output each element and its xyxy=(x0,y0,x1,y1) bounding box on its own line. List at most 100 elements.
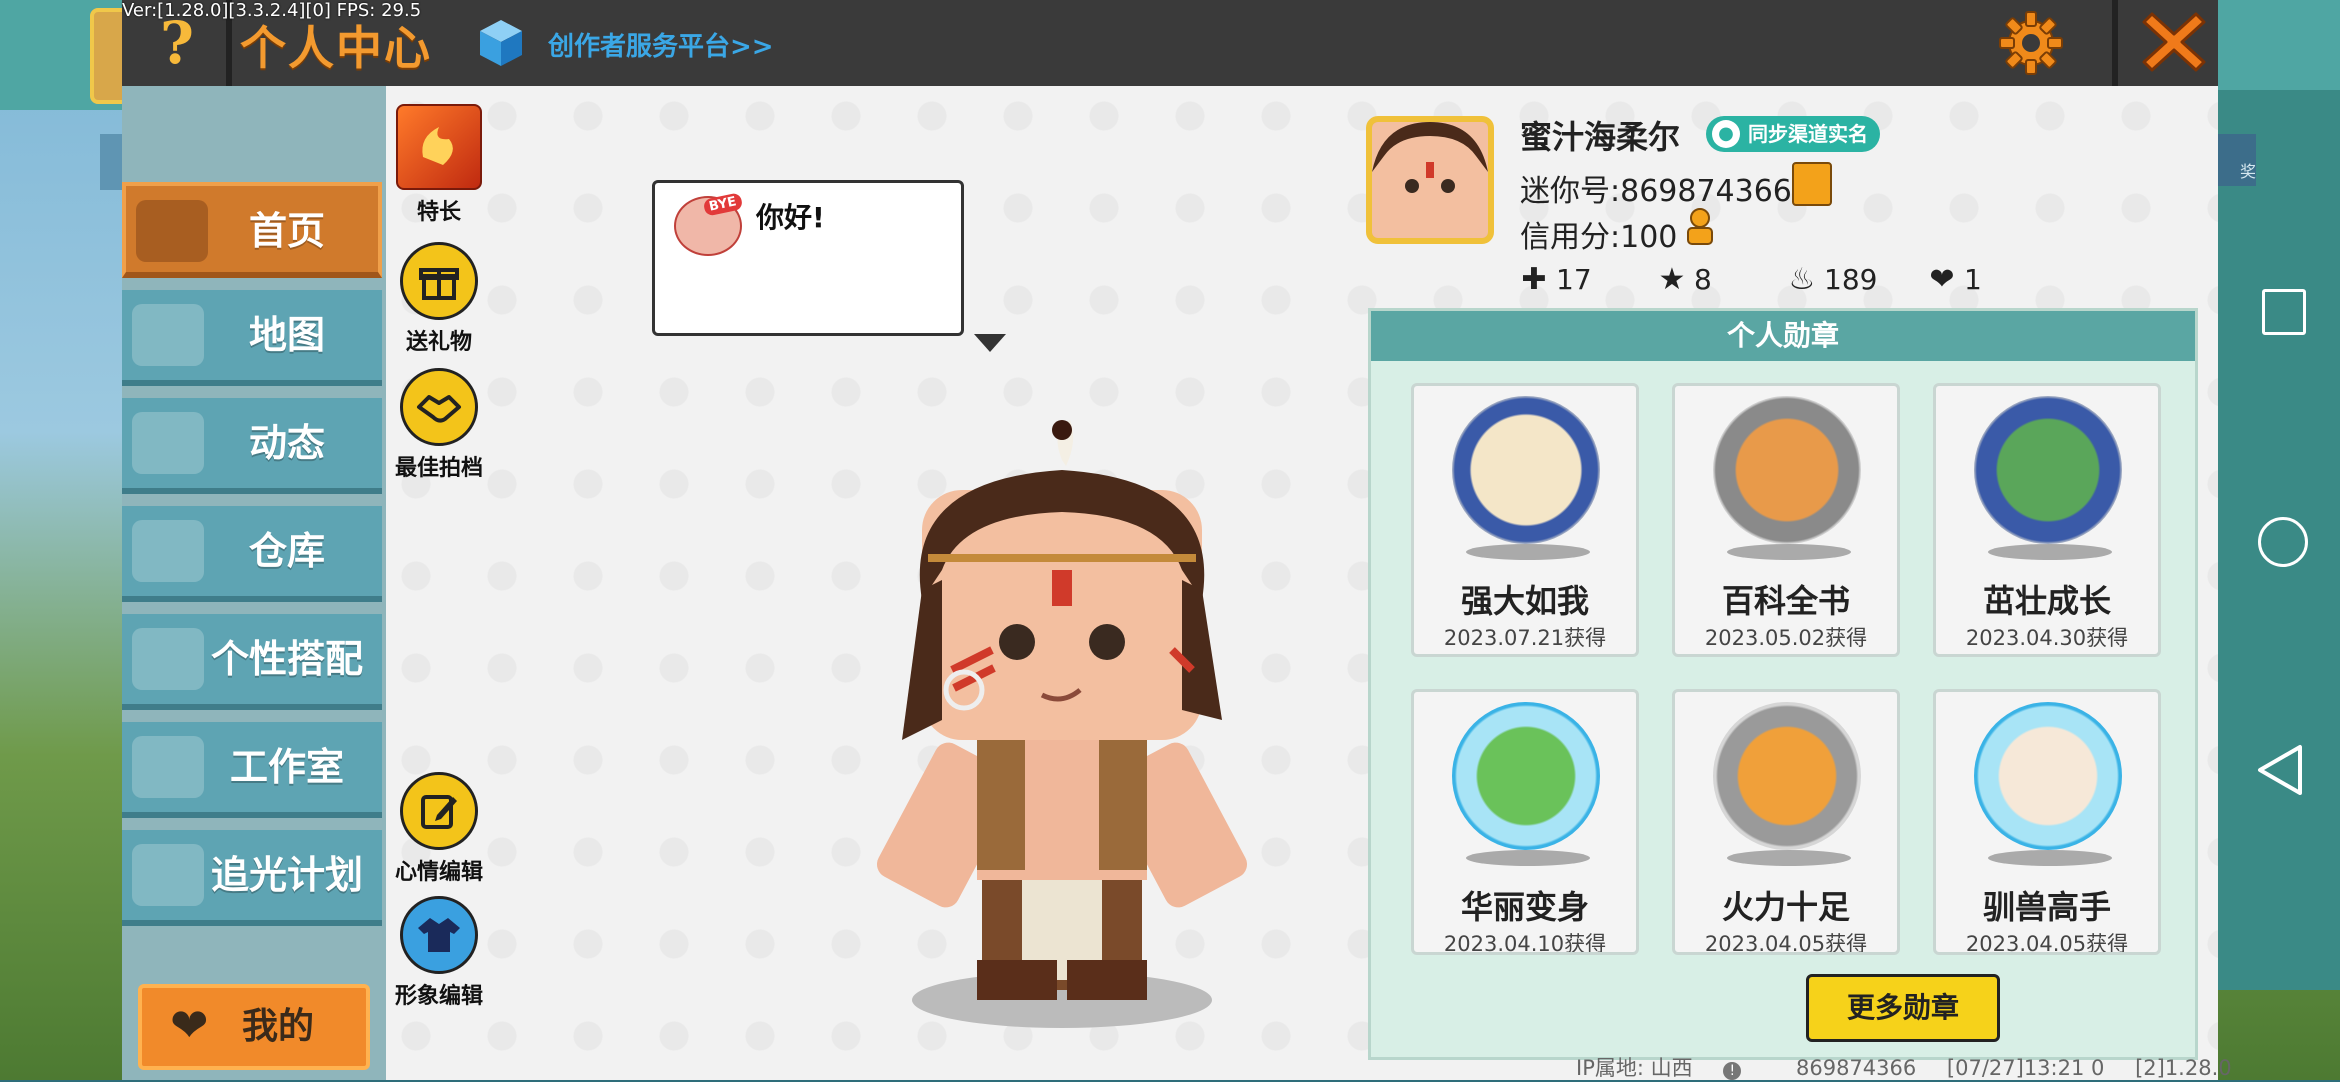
copy-icon[interactable] xyxy=(1792,162,1832,206)
stat-likes: ✚ 17 xyxy=(1518,262,1592,297)
creator-platform-link[interactable]: 创作者服务平台>> xyxy=(548,26,774,63)
recents-button[interactable] xyxy=(2236,265,2326,355)
medal-icon xyxy=(1974,702,2122,850)
fire-scroll-icon xyxy=(422,127,453,165)
sidebar-item-map[interactable]: 地图 xyxy=(122,290,382,386)
medal-icon xyxy=(1974,396,2122,544)
credit-person-icon[interactable] xyxy=(1682,206,1722,246)
medal-name: 驯兽高手 xyxy=(1982,888,2111,926)
sidebar-item-label: 地图 xyxy=(248,313,325,357)
medal-icon xyxy=(1452,702,1600,850)
title-bar: ? 个人中心 创作者服务平台>> xyxy=(122,0,2218,86)
medal-shadow xyxy=(1988,850,2112,866)
medal-date: 2023.04.10获得 xyxy=(1443,932,1607,955)
medal-name: 强大如我 xyxy=(1460,582,1589,620)
sidebar-item-label: 首页 xyxy=(248,209,325,253)
sidebar-item-label: 个性搭配 xyxy=(210,637,363,681)
nickname: 蜜汁海柔尔 xyxy=(1520,118,1681,156)
credit-score: 信用分:100 xyxy=(1520,220,1678,255)
ip-location: IP属地: 山西 ! xyxy=(1576,1056,1765,1080)
player-character[interactable] xyxy=(862,420,1262,1040)
sidebar-item-warehouse[interactable]: 仓库 xyxy=(122,506,382,602)
stat-value: 8 xyxy=(1694,263,1712,296)
heart-icon: ❤ xyxy=(1929,262,1955,297)
medal-card[interactable]: 百科全书 2023.05.02获得 xyxy=(1672,383,1900,657)
mine-button-label: 我的 xyxy=(242,1006,315,1047)
sidebar-item-label: 动态 xyxy=(248,421,325,465)
page-title: 个人中心 xyxy=(240,21,432,75)
stat-value: 189 xyxy=(1824,263,1878,296)
back-button[interactable] xyxy=(2236,725,2326,815)
stat-value: 1 xyxy=(1964,263,1982,296)
medal-name: 华丽变身 xyxy=(1460,888,1589,926)
speech-bubble-text: 你好! xyxy=(756,201,825,234)
medal-card[interactable]: 火力十足 2023.04.05获得 xyxy=(1672,689,1900,955)
stat-value: 17 xyxy=(1556,263,1592,296)
medal-card[interactable]: 强大如我 2023.07.21获得 xyxy=(1411,383,1639,657)
footer-info: IP属地: 山西 ! 869874366 [07/27]13:21 0 [2]1… xyxy=(1576,1052,2256,1082)
medal-date: 2023.05.02获得 xyxy=(1704,626,1868,650)
close-icon[interactable] xyxy=(2138,6,2210,78)
medal-shadow xyxy=(1988,544,2112,560)
cube-icon xyxy=(480,20,522,66)
info-icon[interactable]: ! xyxy=(1723,1062,1742,1080)
sidebar-item-home[interactable]: 首页 xyxy=(122,182,382,278)
sidebar-item-outfit[interactable]: 个性搭配 xyxy=(122,614,382,710)
medal-shadow xyxy=(1727,850,1851,866)
home-button[interactable] xyxy=(2236,495,2326,585)
look-edit-button[interactable]: 形象编辑 xyxy=(384,896,494,1010)
sidebar: 首页 地图 动态 仓库 个性搭配 工作室 追光计划 xyxy=(122,86,386,1080)
speech-bubble-tail xyxy=(974,334,1006,352)
medal-name: 茁壮成长 xyxy=(1982,582,2111,620)
sidebar-item-label: 追光计划 xyxy=(210,853,363,897)
medal-date: 2023.04.30获得 xyxy=(1965,626,2129,650)
send-gift-button[interactable]: 送礼物 xyxy=(384,242,494,356)
medal-panel: 个人勋章 强大如我 2023.07.21获得 百科全书 2023.05.02获得… xyxy=(1368,308,2198,1060)
mood-edit-label: 心情编辑 xyxy=(394,860,483,885)
footer-version: [2]1.28.0 xyxy=(2135,1056,2232,1080)
handshake-icon xyxy=(400,368,478,446)
back-triangle-icon xyxy=(2258,745,2302,795)
mood-edit-button[interactable]: 心情编辑 xyxy=(384,772,494,886)
stat-hearts: ❤ 1 xyxy=(1926,262,1982,297)
medal-icon xyxy=(1713,396,1861,544)
gear-icon[interactable] xyxy=(1996,8,2066,78)
more-medals-button[interactable]: 更多勋章 xyxy=(1806,974,2000,1042)
fan-icon: ★ xyxy=(1658,262,1686,297)
edit-icon xyxy=(400,772,478,850)
avatar[interactable] xyxy=(1366,116,1494,244)
medal-shadow xyxy=(1727,544,1851,560)
game-left-tag xyxy=(100,134,124,190)
footer-id: 869874366 xyxy=(1795,1056,1917,1080)
skill-label: 特长 xyxy=(416,200,461,225)
sidebar-item-label: 工作室 xyxy=(229,745,344,789)
medal-card[interactable]: 茁壮成长 2023.04.30获得 xyxy=(1933,383,2161,657)
square-icon xyxy=(2262,289,2306,335)
verify-label: 同步渠道实名 xyxy=(1748,122,1868,146)
medal-date: 2023.04.05获得 xyxy=(1965,932,2129,955)
best-partner-button[interactable]: 最佳拍档 xyxy=(384,368,494,482)
medal-shadow xyxy=(1466,544,1590,560)
sidebar-item-studio[interactable]: 工作室 xyxy=(122,722,382,818)
flame-icon: ♨ xyxy=(1788,262,1816,297)
sidebar-item-spotlight[interactable]: 追光计划 xyxy=(122,830,382,926)
medal-date: 2023.07.21获得 xyxy=(1443,626,1607,650)
plus-icon: ✚ xyxy=(1521,262,1547,297)
skill-button[interactable]: 特长 xyxy=(384,104,494,226)
sidebar-item-activity[interactable]: 动态 xyxy=(122,398,382,494)
medal-icon xyxy=(1713,702,1861,850)
avatar-face xyxy=(1372,122,1488,238)
mine-button[interactable]: ❤ 我的 xyxy=(138,984,370,1070)
person-icon: ● xyxy=(1712,120,1740,148)
medal-card[interactable]: 华丽变身 2023.04.10获得 xyxy=(1411,689,1639,955)
medal-panel-title: 个人勋章 xyxy=(1371,311,2195,361)
medal-card[interactable]: 驯兽高手 2023.04.05获得 xyxy=(1933,689,2161,955)
footer-time: [07/27]13:21 0 xyxy=(1946,1056,2105,1080)
medal-name: 火力十足 xyxy=(1721,888,1850,926)
medal-date: 2023.04.05获得 xyxy=(1704,932,1868,955)
medal-icon xyxy=(1452,396,1600,544)
sidebar-item-label: 仓库 xyxy=(248,529,325,573)
heart-icon: ❤ xyxy=(170,998,209,1052)
verify-badge[interactable]: ● 同步渠道实名 xyxy=(1706,116,1880,152)
medal-shadow xyxy=(1466,850,1590,866)
